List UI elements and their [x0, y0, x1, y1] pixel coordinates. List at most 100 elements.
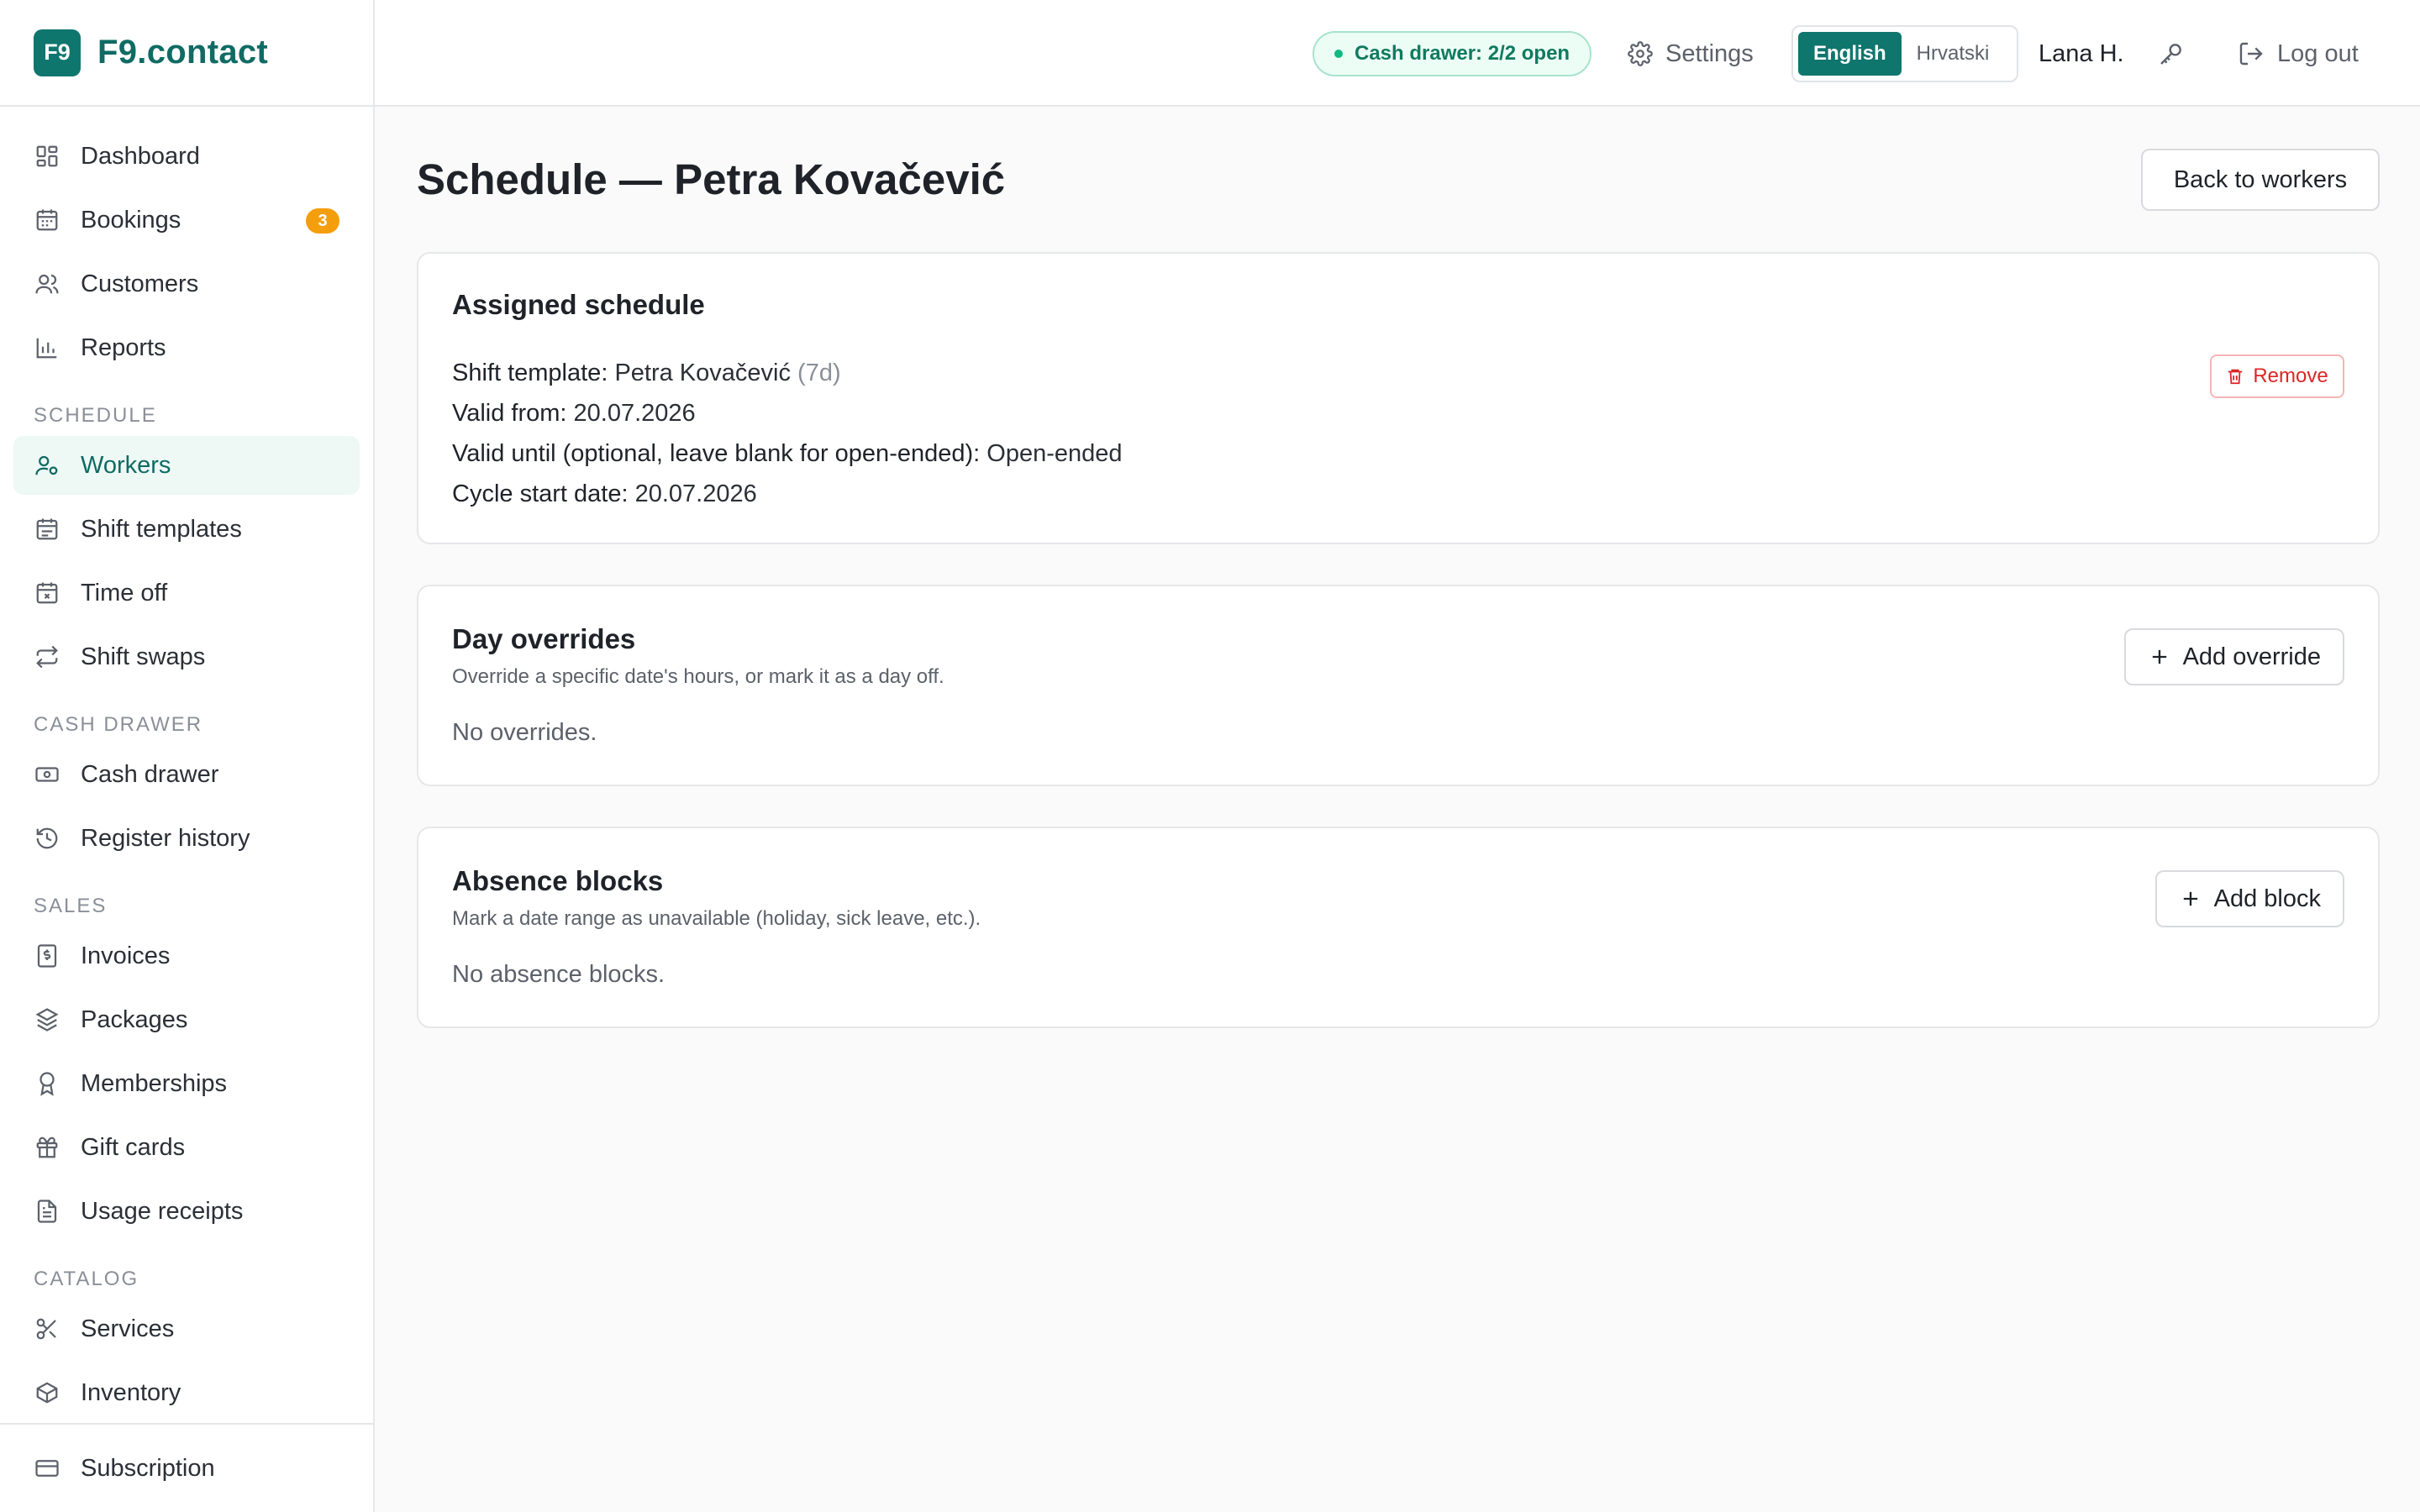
sidebar-item-reports[interactable]: Reports	[13, 318, 360, 377]
plus-icon	[2179, 887, 2202, 911]
credit-card-icon	[34, 1455, 60, 1482]
sidebar-item-label: Usage receipts	[81, 1197, 244, 1225]
brand-logo: F9	[34, 29, 81, 76]
absence-blocks-title: Absence blocks	[452, 865, 664, 896]
sidebar-item-label: Bookings	[81, 206, 182, 234]
sidebar-item-services[interactable]: Services	[13, 1299, 360, 1358]
shift-template-label: Shift template:	[452, 360, 608, 386]
sidebar-item-bookings[interactable]: Bookings 3	[13, 191, 360, 249]
plus-icon	[2148, 645, 2171, 669]
sidebar-item-label: Reports	[81, 333, 166, 361]
sidebar-item-usage-receipts[interactable]: Usage receipts	[13, 1182, 360, 1241]
page-title: Schedule — Petra Kovačević	[417, 155, 1006, 203]
logout-button[interactable]: Log out	[2237, 34, 2359, 74]
user-cog-icon	[34, 452, 60, 479]
cycle-start-row: Cycle start date: 20.07.2026	[452, 474, 757, 514]
language-switcher: English Hrvatski	[1791, 25, 2018, 82]
main-content: Schedule — Petra Kovačević Back to worke…	[375, 107, 2420, 1512]
sidebar-item-invoices[interactable]: Invoices	[13, 927, 360, 985]
add-block-button[interactable]: Add block	[2154, 870, 2344, 927]
sidebar-item-label: Shift templates	[81, 515, 242, 543]
box-icon	[34, 1379, 60, 1406]
sidebar-nav: Dashboard Bookings 3 Customers Reports S…	[0, 107, 373, 1422]
day-overrides-title: Day overrides	[452, 623, 636, 654]
logout-label: Log out	[2277, 39, 2359, 67]
sidebar-item-label: Shift swaps	[81, 643, 206, 670]
absence-blocks-empty: No absence blocks.	[452, 961, 666, 988]
sidebar-nav-scroll[interactable]: Dashboard Bookings 3 Customers Reports S…	[0, 107, 373, 1423]
sidebar-item-label: Workers	[81, 451, 171, 479]
scissors-icon	[34, 1315, 60, 1342]
sidebar-item-shift-swaps[interactable]: Shift swaps	[13, 627, 360, 686]
shift-template-cycle: (7d)	[797, 360, 841, 386]
cycle-start-value: 20.07.2026	[634, 480, 757, 507]
nav-section-cash-drawer: CASH DRAWER	[34, 713, 203, 736]
sidebar-item-register-history[interactable]: Register history	[13, 809, 360, 868]
sidebar-item-label: Packages	[81, 1005, 188, 1033]
file-text-icon	[34, 1198, 60, 1225]
sidebar-item-label: Services	[81, 1315, 175, 1342]
sidebar-item-customers[interactable]: Customers	[13, 255, 360, 313]
brand[interactable]: F9 F9.contact	[0, 0, 373, 107]
key-icon[interactable]	[2156, 39, 2186, 69]
sidebar-item-subscription[interactable]: Subscription	[0, 1423, 373, 1512]
sidebar-item-label: Inventory	[81, 1378, 182, 1406]
valid-from-value: 20.07.2026	[573, 400, 696, 427]
bookings-count-badge: 3	[306, 208, 339, 234]
remove-schedule-button[interactable]: Remove	[2210, 354, 2344, 398]
sidebar-item-packages[interactable]: Packages	[13, 990, 360, 1049]
sidebar-item-memberships[interactable]: Memberships	[13, 1054, 360, 1113]
remove-label: Remove	[2253, 365, 2328, 387]
banknote-icon	[34, 761, 60, 788]
valid-from-row: Valid from: 20.07.2026	[452, 393, 696, 433]
sidebar-item-dashboard[interactable]: Dashboard	[13, 127, 360, 186]
package-stack-icon	[34, 1006, 60, 1033]
sidebar-item-gift-cards[interactable]: Gift cards	[13, 1118, 360, 1177]
calendar-grid-icon	[34, 516, 60, 543]
valid-until-row: Valid until (optional, leave blank for o…	[452, 433, 1123, 474]
sidebar-item-label: Customers	[81, 270, 199, 297]
back-to-workers-button[interactable]: Back to workers	[2141, 149, 2380, 211]
award-icon	[34, 1070, 60, 1097]
gear-icon	[1627, 40, 1654, 67]
assigned-schedule-card: Assigned schedule Shift template: Petra …	[417, 252, 2380, 544]
sidebar-item-cash-drawer[interactable]: Cash drawer	[13, 745, 360, 804]
nav-section-schedule: SCHEDULE	[34, 404, 157, 427]
sidebar-item-label: Cash drawer	[81, 760, 219, 788]
receipt-dollar-icon	[34, 942, 60, 969]
sidebar-item-label: Memberships	[81, 1069, 228, 1097]
day-overrides-card: Day overrides Override a specific date's…	[417, 585, 2380, 786]
calendar-x-icon	[34, 580, 60, 606]
sidebar-item-label: Invoices	[81, 942, 171, 969]
assigned-schedule-title: Assigned schedule	[452, 289, 705, 320]
sidebar-item-time-off[interactable]: Time off	[13, 564, 360, 622]
shift-template-row: Shift template: Petra Kovačević (7d)	[452, 353, 841, 393]
valid-until-label: Valid until (optional, leave blank for o…	[452, 440, 981, 467]
sidebar-item-label: Gift cards	[81, 1133, 186, 1161]
day-overrides-empty: No overrides.	[452, 719, 597, 746]
current-user-name: Lana H.	[2039, 39, 2124, 67]
sidebar-item-inventory[interactable]: Inventory	[13, 1363, 360, 1422]
sidebar-item-workers[interactable]: Workers	[13, 436, 360, 495]
language-option-hrvatski[interactable]: Hrvatski	[1902, 32, 2005, 76]
sidebar-item-shift-templates[interactable]: Shift templates	[13, 500, 360, 559]
add-block-label: Add block	[2213, 885, 2321, 912]
sidebar: F9 F9.contact Dashboard Bookings 3 Custo…	[0, 0, 375, 1512]
status-dot-icon	[1334, 50, 1343, 58]
dashboard-icon	[34, 143, 60, 170]
valid-from-label: Valid from:	[452, 400, 567, 427]
cycle-start-label: Cycle start date:	[452, 480, 629, 507]
nav-section-catalog: CATALOG	[34, 1268, 139, 1290]
cash-drawer-status-text: Cash drawer: 2/2 open	[1355, 42, 1570, 65]
cash-drawer-status-badge[interactable]: Cash drawer: 2/2 open	[1313, 31, 1591, 76]
language-option-english[interactable]: English	[1798, 32, 1902, 76]
add-override-button[interactable]: Add override	[2123, 628, 2344, 685]
brand-name: F9.contact	[97, 34, 269, 71]
calendar-icon	[34, 207, 60, 234]
sidebar-item-label: Register history	[81, 824, 250, 852]
settings-link[interactable]: Settings	[1627, 34, 1754, 74]
sidebar-item-label: Time off	[81, 579, 168, 606]
history-icon	[34, 825, 60, 852]
repeat-icon	[34, 643, 60, 670]
shift-template-value: Petra Kovačević	[614, 360, 791, 386]
